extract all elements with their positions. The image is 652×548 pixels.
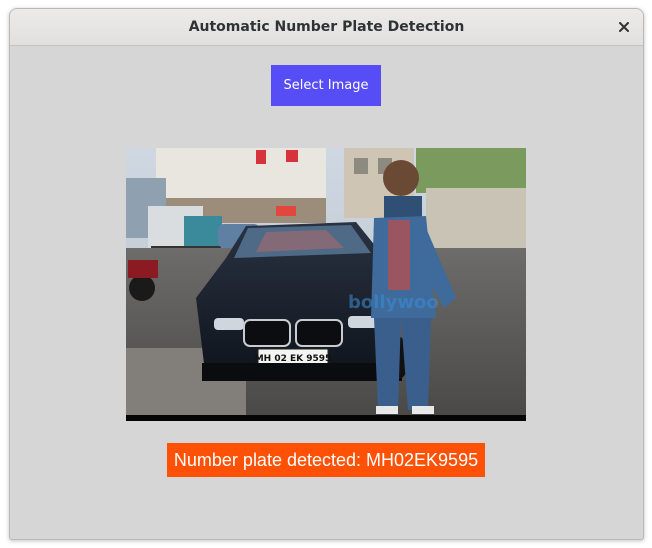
close-icon (619, 22, 629, 32)
window-title: Automatic Number Plate Detection (188, 19, 465, 35)
close-button[interactable] (613, 16, 635, 38)
app-window: Automatic Number Plate Detection Select … (9, 8, 644, 540)
select-image-button[interactable]: Select Image (271, 65, 381, 106)
car-photo: MH 02 EK 9595 bollywoo (126, 148, 526, 421)
plate-text: MH 02 EK 9595 (255, 354, 332, 364)
title-bar[interactable]: Automatic Number Plate Detection (10, 9, 643, 46)
detection-result: Number plate detected: MH02EK9595 (167, 443, 485, 477)
svg-text:bollywoo: bollywoo (348, 292, 439, 313)
